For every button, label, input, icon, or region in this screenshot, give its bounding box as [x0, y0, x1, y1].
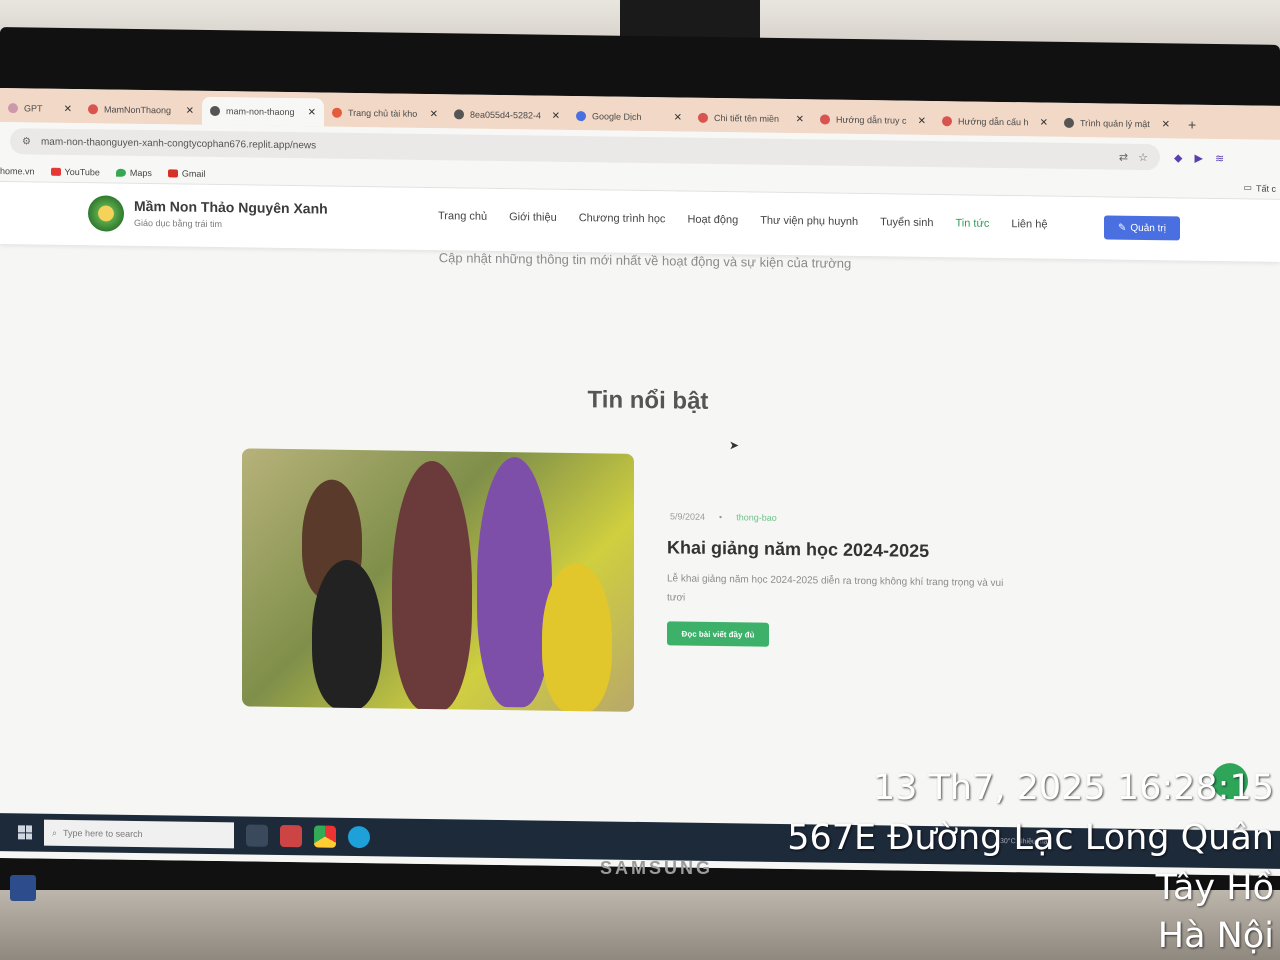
photo-figure [312, 559, 382, 711]
folder-icon: ▭ [1243, 182, 1252, 193]
extension-icon[interactable]: ◆ [1174, 151, 1182, 164]
close-tab-icon[interactable]: ✕ [552, 110, 560, 121]
photo-figure [477, 456, 552, 708]
site-brand-name[interactable]: Mầm Non Thảo Nguyên Xanh [134, 198, 328, 217]
search-icon: ⌕ [52, 827, 58, 838]
browser-tab[interactable]: Hướng dẫn cấu h ✕ [934, 107, 1056, 137]
mouse-cursor-icon: ➤ [729, 438, 740, 453]
browser-tab[interactable]: 8ea055d4-5282-4 ✕ [446, 100, 568, 130]
section-title: Tin nổi bật [587, 386, 709, 415]
nav-hoat-dong[interactable]: Hoạt động [687, 214, 738, 227]
featured-news-image[interactable] [242, 448, 634, 712]
screen: GPT ✕ MamNonThaong ✕ mam-non-thaong ✕ Trang… [0, 88, 1280, 876]
windows-start-icon[interactable] [18, 825, 32, 840]
browser-tab[interactable]: Trình quản lý mật ✕ [1056, 109, 1178, 139]
photo-timestamp: 13 Th7, 2025 16:28:15 [872, 768, 1274, 808]
edge-icon[interactable] [348, 825, 370, 849]
bookmark-item[interactable]: Maps [115, 167, 152, 178]
site-tagline: Giáo dục bằng trái tim [134, 217, 223, 230]
nav-trang-chu[interactable]: Trang chủ [438, 210, 487, 223]
browser-tab-active[interactable]: mam-non-thaong ✕ [202, 96, 324, 127]
tab-favicon-icon [1064, 117, 1074, 128]
close-tab-icon[interactable]: ✕ [1040, 117, 1048, 128]
browser-tab[interactable]: Chi tiết tên miền ✕ [690, 104, 812, 134]
admin-button[interactable]: ✎ Quản trị [1104, 215, 1180, 241]
close-tab-icon[interactable]: ✕ [308, 107, 316, 118]
desk [0, 890, 1280, 960]
bookmark-item[interactable]: Gmail [167, 168, 205, 178]
close-tab-icon[interactable]: ✕ [796, 114, 804, 125]
close-tab-icon[interactable]: ✕ [1162, 119, 1170, 130]
translate-icon[interactable]: ⇄ [1119, 151, 1128, 163]
app-icon[interactable] [280, 824, 302, 848]
photo-figure [542, 562, 612, 712]
tab-favicon-icon [332, 107, 342, 118]
url-text[interactable]: mam-non-thaonguyen-xanh-congtycophan676.… [41, 136, 1099, 162]
tab-favicon-icon [8, 103, 18, 114]
school-logo[interactable] [88, 195, 124, 232]
extension-icon[interactable]: ▶ [1194, 151, 1202, 164]
news-excerpt: Lễ khai giảng năm học 2024-2025 diễn ra … [667, 573, 1004, 604]
browser-tab[interactable]: Google Dịch ✕ [568, 102, 690, 132]
tab-favicon-icon [210, 105, 220, 117]
news-title[interactable]: Khai giảng năm học 2024-2025 [667, 537, 929, 562]
tab-favicon-icon [454, 109, 464, 120]
nav-gioi-thieu[interactable]: Giới thiệu [509, 211, 557, 224]
extensions: ◆ ▶ ≋ [1174, 151, 1224, 165]
browser-tab[interactable]: MamNonThaong ✕ [80, 95, 202, 125]
site-info-icon[interactable]: ⚙ [22, 136, 31, 147]
monitor-brand: SAMSUNG [600, 858, 714, 878]
close-tab-icon[interactable]: ✕ [64, 103, 72, 114]
news-meta: 5/9/2024 • thong-bao [670, 511, 777, 523]
gmail-icon [167, 168, 178, 177]
close-tab-icon[interactable]: ✕ [430, 108, 438, 119]
bookmark-item[interactable]: YouTube [50, 166, 100, 177]
nav-lien-he[interactable]: Liên hệ [1011, 218, 1047, 231]
close-tab-icon[interactable]: ✕ [674, 112, 682, 123]
close-tab-icon[interactable]: ✕ [918, 115, 926, 126]
nav-tin-tuc[interactable]: Tin tức [955, 217, 989, 229]
new-tab-button[interactable]: + [1178, 116, 1206, 138]
tab-favicon-icon [88, 104, 98, 115]
photo-figure [392, 460, 472, 712]
bookmark-item[interactable]: home.vn [0, 166, 35, 176]
photo-address-line1: 567E Đường Lạc Long Quân [787, 818, 1274, 858]
intel-sticker [10, 875, 36, 901]
news-date: 5/9/2024 [670, 511, 706, 522]
all-bookmarks[interactable]: ▭ Tất c [1243, 182, 1276, 193]
photo-address-line2: Tây Hồ [1155, 868, 1274, 908]
main-menu: Trang chủ Giới thiệu Chương trình học Ho… [438, 210, 1047, 231]
tab-favicon-icon [698, 112, 708, 123]
tab-favicon-icon [942, 116, 952, 127]
tab-favicon-icon [576, 111, 586, 122]
taskbar-search[interactable]: ⌕ Type here to search [44, 819, 234, 849]
browser-tab[interactable]: Trang chủ tài kho ✕ [324, 99, 446, 129]
tab-favicon-icon [820, 114, 830, 125]
youtube-icon [50, 167, 61, 176]
star-icon[interactable]: ☆ [1138, 151, 1148, 163]
close-tab-icon[interactable]: ✕ [186, 105, 194, 116]
photo-address-line3: Hà Nội [1157, 916, 1274, 956]
news-category[interactable]: thong-bao [736, 512, 777, 523]
read-more-button[interactable]: Đọc bài viết đầy đủ [667, 621, 769, 647]
edit-icon: ✎ [1118, 222, 1127, 234]
browser-tab[interactable]: GPT ✕ [0, 94, 80, 123]
maps-icon [115, 168, 126, 177]
browser-tab[interactable]: Hướng dẫn truy c ✕ [812, 105, 934, 135]
extension-icon[interactable]: ≋ [1215, 151, 1224, 164]
task-view-icon[interactable] [246, 824, 268, 847]
nav-tuyen-sinh[interactable]: Tuyển sinh [880, 216, 933, 229]
nav-thu-vien-phu-huynh[interactable]: Thư viện phụ huynh [760, 215, 858, 228]
nav-chuong-trinh-hoc[interactable]: Chương trình học [579, 212, 666, 225]
chrome-icon[interactable] [314, 825, 336, 848]
